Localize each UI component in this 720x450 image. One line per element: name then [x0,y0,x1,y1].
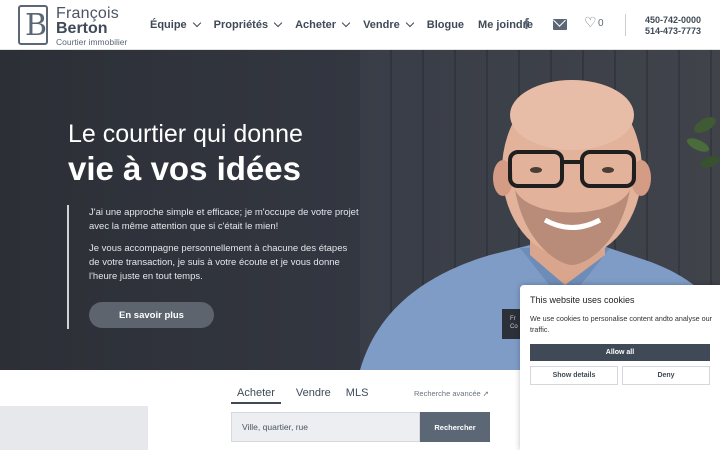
favorites-count[interactable]: 0 [598,18,604,29]
advanced-search-link[interactable]: Recherche avancée ➚ [414,389,489,398]
main-nav: Équipe Propriétés Acheter Vendre Blogue … [150,17,547,33]
phone-number-1[interactable]: 450-742-0000 [645,15,701,25]
learn-more-button[interactable]: En savoir plus [89,302,214,328]
chevron-down-icon [405,18,414,28]
logo-letter: B [25,8,48,43]
logo-tagline: Courtier immobilier [56,37,128,47]
hero-paragraph-2: Je vous accompagne personnellement à cha… [89,243,348,282]
nav-item-proprietes[interactable]: Propriétés [213,18,283,31]
hero-accent-rule [67,205,69,329]
logo-icon[interactable]: B [18,5,48,45]
chevron-down-icon [192,18,201,28]
nav-label: Blogue [426,19,465,31]
cookie-text: We use cookies to personalise content an… [530,314,713,334]
nav-label: Vendre [363,19,400,31]
nav-item-acheter[interactable]: Acheter [295,18,351,31]
search-button[interactable]: Rechercher [420,412,490,442]
allow-all-button[interactable]: Allow all [530,344,710,361]
nav-item-equipe[interactable]: Équipe [150,18,201,31]
tab-acheter[interactable]: Acheter [231,387,281,404]
heart-icon[interactable]: ♡ [584,14,597,31]
search-input[interactable] [231,412,420,442]
nav-label: Propriétés [213,19,269,31]
nav-label: Acheter [295,19,337,31]
deny-button[interactable]: Deny [622,366,710,385]
namecard-line2: Co [510,324,518,330]
header-divider [625,14,626,36]
site-header: B François Berton Courtier immobilier Éq… [0,0,720,50]
cookie-title: This website uses cookies [530,295,635,305]
hero-title-line2: vie à vos idées [68,150,301,187]
namecard-line1: Fr [510,316,516,322]
show-details-button[interactable]: Show details [530,366,618,385]
nav-label: Équipe [150,19,187,31]
logo-last-name[interactable]: Berton [56,20,108,38]
chevron-down-icon [273,18,283,28]
chevron-down-icon [341,18,351,28]
tab-vendre[interactable]: Vendre [296,387,331,404]
phone-number-2[interactable]: 514-473-7773 [645,26,701,36]
nav-item-blogue[interactable]: Blogue [427,19,464,31]
tab-mls[interactable]: MLS [346,387,369,404]
search-tabs: Acheter Vendre MLS [231,387,383,404]
gray-panel [0,406,148,450]
mail-icon[interactable] [553,19,567,30]
cookie-banner: This website uses cookies We use cookies… [520,285,720,450]
nav-item-vendre[interactable]: Vendre [363,18,414,31]
hero-paragraph-1: J'ai une approche simple et efficace; je… [89,207,359,232]
facebook-icon[interactable]: f [524,16,529,33]
hero-title-line1: Le courtier qui donne [68,120,303,148]
